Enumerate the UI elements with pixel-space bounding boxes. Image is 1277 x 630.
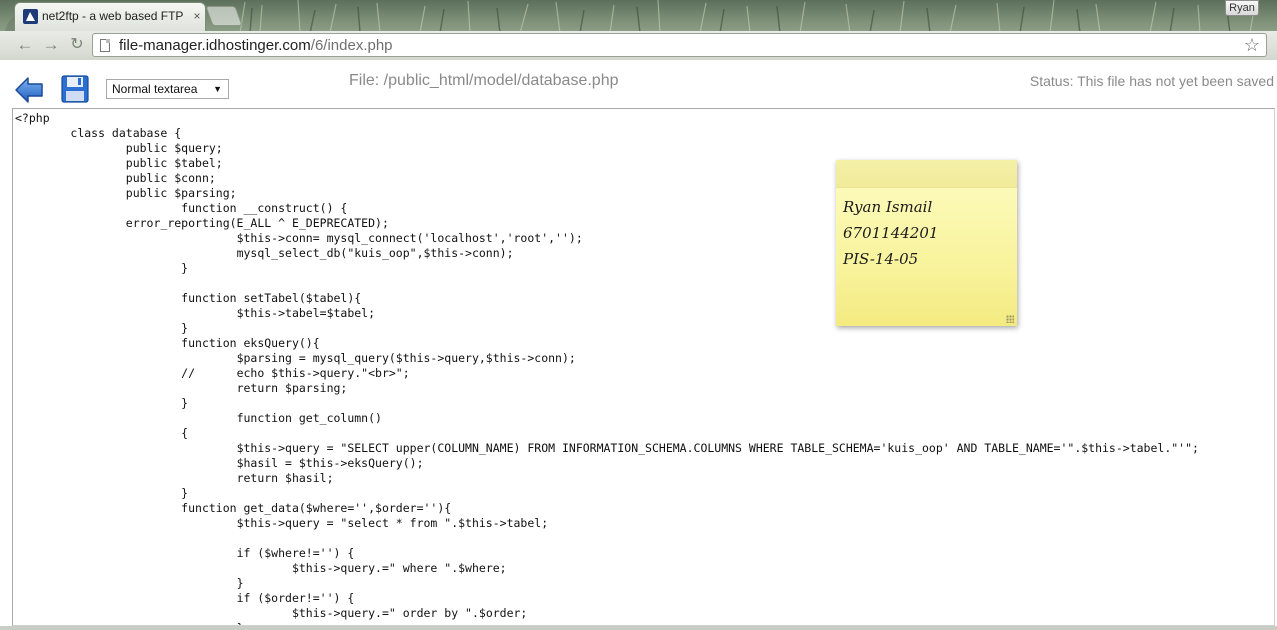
save-status-label: Status: This file has not yet been saved [1029,73,1274,89]
file-path-label: File: /public_html/model/database.php [349,72,619,89]
floppy-disk-save-icon[interactable] [61,75,89,103]
textarea-mode-value: Normal textarea [112,82,198,96]
browser-chrome: net2ftp - a web based FTP × Ryan ← → ↻ f… [0,0,1277,60]
tab-title: net2ftp - a web based FTP [42,9,184,23]
code-content[interactable]: <?php class database { public $query; pu… [13,109,1274,625]
sticky-note-name: Ryan Ismail [843,198,933,216]
editor-toolbar: Normal textarea ▼ File: /public_html/mod… [0,60,1277,108]
back-arrow-icon[interactable] [14,76,44,104]
bookmark-star-icon[interactable]: ☆ [1242,35,1262,55]
dropdown-arrow-icon: ▼ [213,84,222,94]
url-text[interactable]: file-manager.idhostinger.com/6/index.php [119,37,393,55]
back-arrow-icon[interactable]: ← [14,35,36,55]
sticky-note[interactable]: Ryan Ismail 6701144201 PIS-14-05 [836,160,1017,326]
resize-grip-icon[interactable] [1006,315,1014,323]
address-bar[interactable]: file-manager.idhostinger.com/6/index.php… [92,33,1267,57]
browser-tab-active[interactable]: net2ftp - a web based FTP × [14,2,206,31]
browser-toolbar: ← → ↻ file-manager.idhostinger.com/6/ind… [0,31,1277,60]
code-textarea[interactable]: <?php class database { public $query; pu… [12,108,1275,626]
reload-icon[interactable]: ↻ [66,35,88,55]
textarea-mode-select[interactable]: Normal textarea ▼ [106,79,229,99]
sticky-note-class: PIS-14-05 [843,250,919,268]
page-icon [100,39,110,52]
sticky-note-header[interactable] [836,160,1017,188]
url-host: file-manager.idhostinger.com [119,37,311,54]
sticky-note-id: 6701144201 [843,224,939,242]
net2ftp-favicon-icon [23,9,38,24]
url-path: /6/index.php [310,37,393,54]
forward-arrow-icon[interactable]: → [40,35,62,55]
profile-user-badge[interactable]: Ryan [1225,0,1259,16]
window-bottom-edge [0,626,1277,630]
tab-close-icon[interactable]: × [191,9,203,23]
